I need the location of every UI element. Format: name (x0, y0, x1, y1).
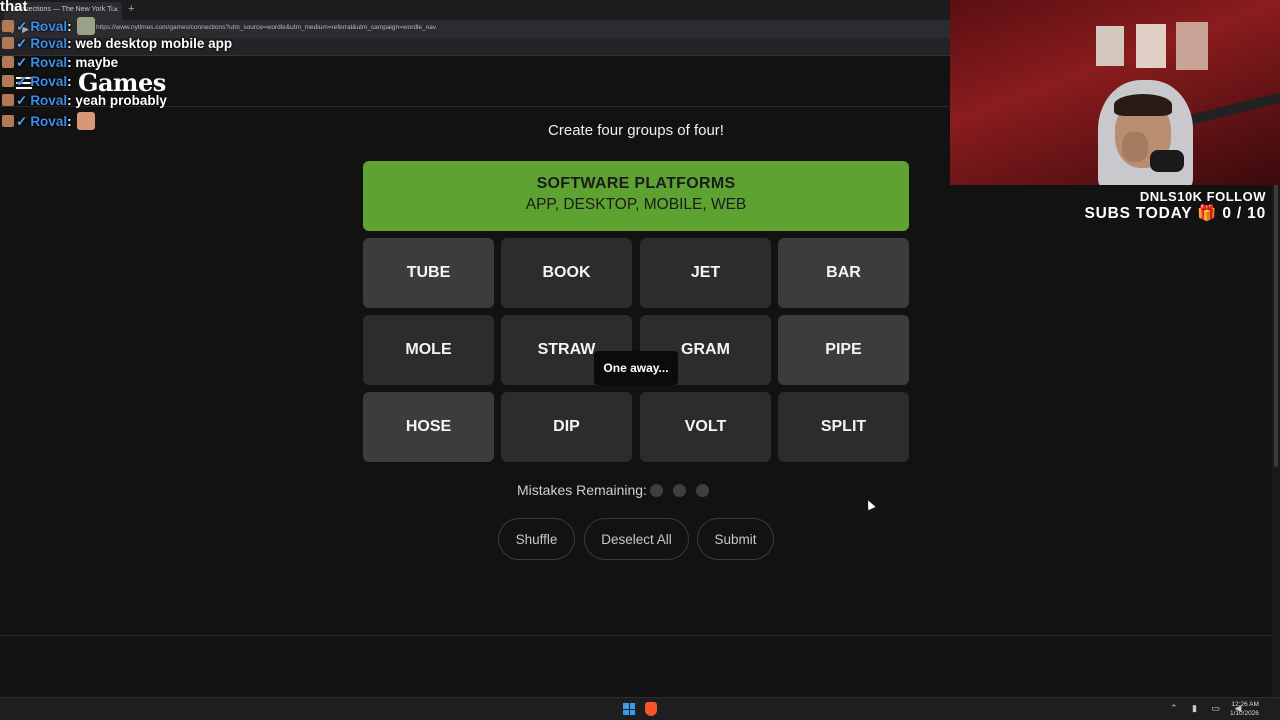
scrollbar-thumb[interactable] (1274, 167, 1278, 467)
chat-username: Roval (30, 55, 68, 70)
verified-check-icon: ✓ (16, 19, 28, 34)
word-tile[interactable]: JET (640, 238, 771, 308)
mistake-dot (650, 484, 663, 497)
page-divider (0, 635, 1272, 636)
microphone-icon (1150, 150, 1184, 172)
chat-text: yeah probably (75, 93, 167, 108)
chat-message: ✓ Roval: (2, 112, 96, 130)
wall-poster (1136, 24, 1166, 68)
word-tile[interactable]: PIPE (778, 315, 909, 385)
webcam-feed (950, 0, 1280, 185)
chat-badge-icon (2, 75, 14, 87)
verified-check-icon: ✓ (16, 93, 28, 108)
submit-button[interactable]: Submit (697, 518, 774, 560)
mistake-dot (673, 484, 686, 497)
deselect-all-button[interactable]: Deselect All (584, 518, 689, 560)
subs-goal: SUBS TODAY 🎁 0 / 10 (1084, 204, 1266, 223)
word-tile[interactable]: HOSE (363, 392, 494, 462)
chat-message: ✓ Roval: maybe (2, 55, 118, 73)
follow-goal-label: DNLS10K FOLLOW (1139, 189, 1266, 204)
gift-icon: 🎁 (1197, 205, 1218, 222)
chat-badge-icon (2, 56, 14, 68)
url-text[interactable]: https://www.nytimes.com/games/connection… (96, 24, 436, 31)
game-subtitle: Create four groups of four! (548, 122, 724, 139)
chat-badge-icon (2, 94, 14, 106)
word-tile[interactable]: TUBE (363, 238, 494, 308)
chat-badge-icon (2, 20, 14, 32)
chat-message: ✓ Roval: yeah probably (2, 93, 167, 111)
taskbar-clock[interactable]: 12:26 AM 1/10/2026 (1230, 700, 1259, 718)
subs-goal-label: SUBS TODAY (1084, 205, 1193, 222)
word-tile[interactable]: VOLT (640, 392, 771, 462)
chat-fragment: that (0, 0, 28, 15)
word-tile[interactable]: DIP (501, 392, 632, 462)
word-tile[interactable]: BOOK (501, 238, 632, 308)
chat-badge-icon (2, 115, 14, 127)
shuffle-button[interactable]: Shuffle (498, 518, 575, 560)
windows-taskbar: ⌃ ▮ ▭ ◀ 12:26 AM 1/10/2026 (0, 697, 1280, 720)
new-tab-button[interactable]: + (128, 3, 134, 15)
mistake-dot (696, 484, 709, 497)
chat-emote-icon (77, 17, 96, 35)
tab-close-icon[interactable]: × (113, 5, 118, 14)
chat-username: Roval (30, 36, 68, 51)
chat-message: ✓ Roval: (2, 17, 96, 35)
streamer-hair (1114, 94, 1172, 116)
chat-emote-icon (77, 112, 96, 130)
chat-username: Roval (30, 93, 68, 108)
verified-check-icon: ✓ (16, 74, 28, 89)
subs-goal-count: 0 / 10 (1222, 205, 1266, 222)
mouse-cursor-icon (864, 498, 876, 511)
chat-message: ✓ Roval: web desktop mobile app (2, 36, 232, 54)
word-tile[interactable]: SPLIT (778, 392, 909, 462)
verified-check-icon: ✓ (16, 36, 28, 51)
clock-time: 12:26 AM (1231, 701, 1259, 708)
browser-tab-bar: Connections — The New York Ti... × + (0, 0, 950, 20)
verified-check-icon: ✓ (16, 55, 28, 70)
chat-badge-icon (2, 37, 14, 49)
clock-date: 1/10/2026 (1230, 710, 1259, 717)
chat-username: Roval (30, 114, 68, 129)
windows-start-icon[interactable] (623, 703, 635, 715)
chat-text: maybe (75, 55, 119, 70)
chat-username: Roval (30, 74, 68, 89)
chat-text: web desktop mobile app (75, 36, 233, 51)
chat-username: Roval (30, 19, 68, 34)
brave-browser-icon[interactable] (645, 702, 657, 716)
mistakes-label: Mistakes Remaining: (517, 482, 647, 498)
solved-group-title: SOFTWARE PLATFORMS (536, 175, 736, 192)
word-tile[interactable]: BAR (778, 238, 909, 308)
solved-group-words: APP, DESKTOP, MOBILE, WEB (525, 196, 747, 213)
chat-message: ✓ Roval: (2, 74, 72, 92)
verified-check-icon: ✓ (16, 114, 28, 129)
solved-group-banner: SOFTWARE PLATFORMS APP, DESKTOP, MOBILE,… (363, 161, 909, 231)
streamer-hand (1122, 132, 1148, 162)
wall-poster (1176, 22, 1208, 70)
one-away-toast: One away... (594, 351, 678, 385)
wall-poster (1096, 26, 1124, 66)
word-tile[interactable]: MOLE (363, 315, 494, 385)
